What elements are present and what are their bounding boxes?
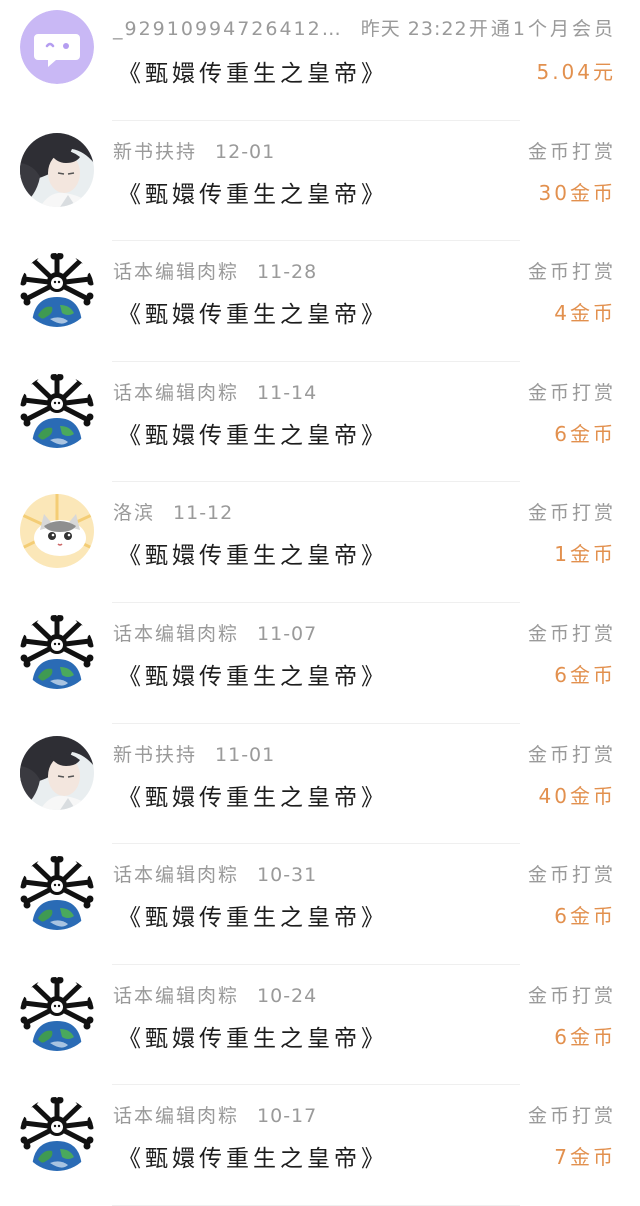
record-date: 11-01 [215,743,276,766]
bone-globe-avatar[interactable] [20,615,94,689]
avatar-image [20,494,94,568]
record-amount: 4金币 [554,301,616,326]
user-meta: 话本编辑肉粽 11-07 [113,619,317,646]
avatar-image [20,977,94,1051]
user-meta: 话本编辑肉粽 11-14 [113,378,317,405]
list-item[interactable]: 话本编辑肉粽 11-14 《甄嬛传重生之皇帝》 金币打赏 6金币 [0,362,640,483]
list-item[interactable]: 话本编辑肉粽 10-31 《甄嬛传重生之皇帝》 金币打赏 6金币 [0,844,640,965]
avatar-image [20,374,94,448]
user-name[interactable]: 话本编辑肉粽 [113,864,239,886]
record-date: 11-14 [257,381,318,404]
record-type: 金币打赏 [527,381,616,404]
record-date: 昨天 23:22 [360,18,468,40]
user-name[interactable]: 话本编辑肉粽 [113,1105,239,1127]
record-amount: 1金币 [554,542,616,567]
cat-avatar[interactable] [20,494,94,568]
record-amount: 6金币 [554,904,616,929]
book-title: 《甄嬛传重生之皇帝》 [118,543,388,570]
record-amount: 6金币 [554,1024,616,1049]
book-title: 《甄嬛传重生之皇帝》 [118,1146,388,1173]
user-meta: 新书扶持 12-01 [113,137,275,164]
user-name[interactable]: 新书扶持 [113,141,197,163]
list-item[interactable]: 话本编辑肉粽 11-07 《甄嬛传重生之皇帝》 金币打赏 6金币 [0,603,640,724]
user-meta: 洛滨 11-12 [113,498,233,525]
book-title: 《甄嬛传重生之皇帝》 [118,181,388,208]
list-item[interactable]: 新书扶持 12-01 《甄嬛传重生之皇帝》 金币打赏 30金币 [0,121,640,242]
list-item[interactable]: 新书扶持 11-01 《甄嬛传重生之皇帝》 金币打赏 40金币 [0,724,640,845]
user-meta: 话本编辑肉粽 10-24 [113,981,317,1008]
bone-globe-avatar[interactable] [20,856,94,930]
record-amount: 5.04元 [536,60,616,84]
avatar-image [20,615,94,689]
avatar-image [20,1097,94,1171]
record-type: 金币打赏 [527,743,616,766]
record-amount: 30金币 [538,180,616,205]
user-meta: 话本编辑肉粽 10-31 [113,860,317,887]
record-type: 金币打赏 [527,140,616,163]
bone-globe-avatar[interactable] [20,1097,94,1171]
record-date: 11-12 [173,502,234,525]
record-date: 10-24 [257,984,318,1007]
book-title: 《甄嬛传重生之皇帝》 [118,663,388,690]
record-date: 11-28 [257,261,318,284]
record-date: 11-07 [257,622,318,645]
record-type: 金币打赏 [527,261,616,284]
bone-globe-avatar[interactable] [20,977,94,1051]
record-amount: 40金币 [538,783,616,808]
record-amount: 6金币 [554,421,616,446]
record-type: 金币打赏 [527,502,616,525]
book-title: 《甄嬛传重生之皇帝》 [118,784,388,811]
record-amount: 6金币 [554,662,616,687]
reward-record-list: _92910994726412… 昨天 23:22 《甄嬛传重生之皇帝》 开通1个… [0,0,640,1206]
list-item[interactable]: 洛滨 11-12 《甄嬛传重生之皇帝》 金币打赏 1金币 [0,482,640,603]
book-title: 《甄嬛传重生之皇帝》 [118,422,388,449]
avatar-image [20,253,94,327]
avatar-image [20,856,94,930]
list-item[interactable]: 话本编辑肉粽 11-28 《甄嬛传重生之皇帝》 金币打赏 4金币 [0,241,640,362]
record-date: 10-31 [257,864,318,887]
user-meta: 话本编辑肉粽 11-28 [113,257,317,284]
avatar-image [20,133,94,207]
user-name[interactable]: 话本编辑肉粽 [113,985,239,1007]
book-title: 《甄嬛传重生之皇帝》 [118,302,388,329]
record-date: 12-01 [215,140,276,163]
anime-portrait-avatar[interactable] [20,736,94,810]
user-name[interactable]: 话本编辑肉粽 [113,261,239,283]
record-type: 金币打赏 [527,984,616,1007]
avatar-image [20,10,94,84]
book-title: 《甄嬛传重生之皇帝》 [118,905,388,932]
user-name[interactable]: 洛滨 [113,502,155,524]
record-type: 金币打赏 [527,1105,616,1128]
record-date: 10-17 [257,1105,318,1128]
user-meta: 话本编辑肉粽 10-17 [113,1101,317,1128]
record-type: 开通1个月会员 [468,18,616,40]
list-item[interactable]: 话本编辑肉粽 10-24 《甄嬛传重生之皇帝》 金币打赏 6金币 [0,965,640,1086]
user-name[interactable]: 新书扶持 [113,744,197,766]
list-item[interactable]: 话本编辑肉粽 10-17 《甄嬛传重生之皇帝》 金币打赏 7金币 [0,1085,640,1206]
record-type: 金币打赏 [527,864,616,887]
user-name[interactable]: 话本编辑肉粽 [113,382,239,404]
record-amount: 7金币 [554,1145,616,1170]
user-meta: _92910994726412… 昨天 23:22 [113,14,468,41]
anime-portrait-avatar[interactable] [20,133,94,207]
bone-globe-avatar[interactable] [20,253,94,327]
record-type: 金币打赏 [527,622,616,645]
user-name[interactable]: _92910994726412… [113,18,343,40]
bone-globe-avatar[interactable] [20,374,94,448]
book-title: 《甄嬛传重生之皇帝》 [118,1025,388,1052]
book-title: 《甄嬛传重生之皇帝》 [118,61,388,87]
user-name[interactable]: 话本编辑肉粽 [113,623,239,645]
user-meta: 新书扶持 11-01 [113,740,275,767]
list-item[interactable]: _92910994726412… 昨天 23:22 《甄嬛传重生之皇帝》 开通1个… [0,0,640,121]
chat-bubble-avatar[interactable] [20,10,94,84]
avatar-image [20,736,94,810]
